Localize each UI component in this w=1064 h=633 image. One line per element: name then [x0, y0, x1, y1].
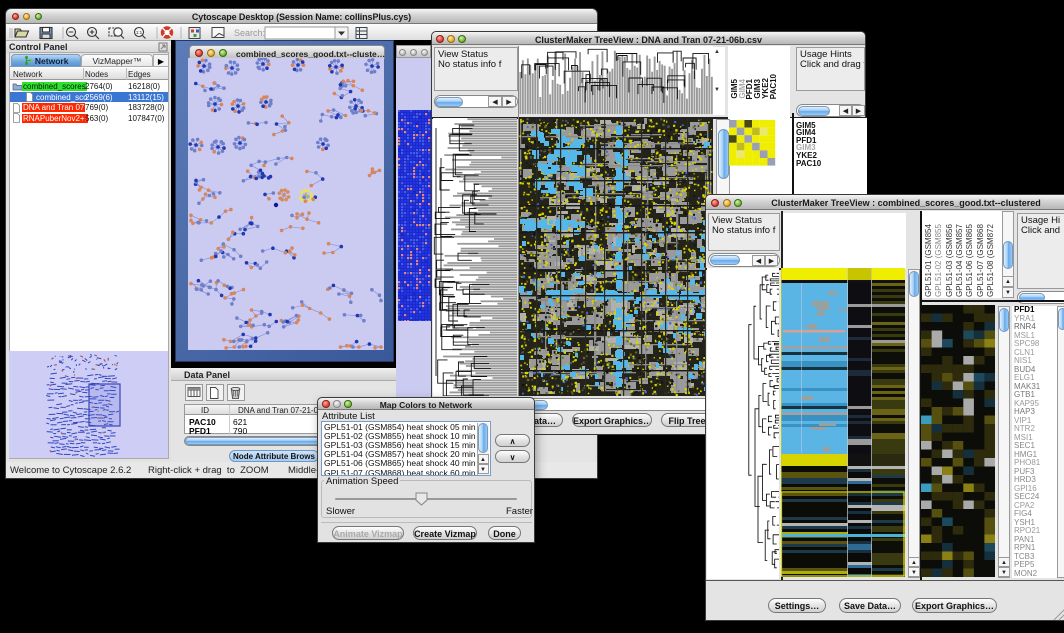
svg-text:1:1: 1:1 — [136, 30, 143, 35]
svg-text:Search:: Search: — [234, 28, 265, 38]
